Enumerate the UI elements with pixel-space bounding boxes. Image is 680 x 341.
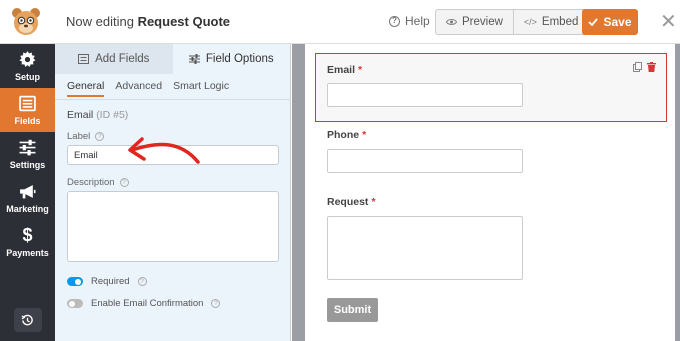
field-phone-label-text: Phone <box>327 129 360 141</box>
required-mark: * <box>371 196 376 208</box>
save-label: Save <box>603 15 632 29</box>
field-email-label-text: Email <box>327 64 356 76</box>
field-name: Email <box>67 109 94 121</box>
preview-button[interactable]: Preview <box>436 10 513 34</box>
nav-label-setup: Setup <box>14 71 40 82</box>
phone-input[interactable] <box>327 149 523 173</box>
preview-embed-group: Preview </> Embed <box>435 9 590 35</box>
eye-icon <box>446 19 457 25</box>
preview-label: Preview <box>462 16 503 28</box>
subtab-advanced[interactable]: Advanced <box>115 80 162 97</box>
nav-label-payments: Payments <box>6 247 49 258</box>
history-icon <box>13 308 42 332</box>
description-textarea[interactable] <box>67 191 279 262</box>
duplicate-icon[interactable] <box>633 62 642 72</box>
form-name: Request Quote <box>137 14 231 29</box>
label-caption-text: Label <box>67 131 91 142</box>
editing-prefix: Now editing <box>66 14 134 29</box>
field-options-panel: Add Fields Field Options General Advance… <box>55 44 291 341</box>
sliders-icon <box>19 139 36 155</box>
email-confirmation-toggle-row: Enable Email Confirmation ? <box>67 298 221 309</box>
form-preview: Email * Phone * Request * Submit <box>305 44 675 341</box>
top-bar: Now editing Request Quote ? Help Preview… <box>0 0 680 44</box>
panel-tabs: Add Fields Field Options <box>55 44 290 74</box>
question-circle-icon[interactable]: ? <box>119 178 129 187</box>
question-circle-icon[interactable]: ? <box>137 277 147 286</box>
close-icon[interactable]: ✕ <box>660 12 677 32</box>
subtabs: General Advanced Smart Logic <box>67 80 229 97</box>
help-button[interactable]: ? Help <box>389 14 430 28</box>
field-email-label: Email * <box>327 64 362 76</box>
subtab-smart-logic[interactable]: Smart Logic <box>173 80 229 97</box>
nav-item-settings[interactable]: Settings <box>0 132 55 176</box>
nav-item-fields[interactable]: Fields <box>0 88 55 132</box>
email-confirmation-toggle[interactable] <box>67 299 83 308</box>
submit-button[interactable]: Submit <box>327 298 378 322</box>
field-id: (ID #5) <box>96 109 129 121</box>
field-request-label: Request * <box>327 196 376 208</box>
annotation-arrow <box>128 137 200 164</box>
embed-button[interactable]: </> Embed <box>512 10 588 34</box>
description-caption: Description ? <box>67 177 129 188</box>
question-circle-icon[interactable]: ? <box>95 132 105 141</box>
nav-label-fields: Fields <box>14 115 41 126</box>
subtabs-divider <box>55 99 291 100</box>
list-icon <box>78 54 90 64</box>
field-actions <box>633 62 656 72</box>
email-confirmation-label: Enable Email Confirmation <box>91 298 204 309</box>
help-label: Help <box>405 14 430 28</box>
field-request-label-text: Request <box>327 196 369 208</box>
checkmark-icon <box>588 18 599 26</box>
description-caption-text: Description <box>67 177 115 188</box>
code-icon: </> <box>523 17 537 27</box>
nav-item-payments[interactable]: $ Payments <box>0 220 55 264</box>
builder-sidebar: Setup Fields Settings Marketing $ Paymen… <box>0 44 55 341</box>
sliders-icon <box>188 54 200 64</box>
save-button[interactable]: Save <box>582 9 638 35</box>
required-toggle[interactable] <box>67 277 83 286</box>
megaphone-icon <box>20 184 36 198</box>
required-toggle-row: Required ? <box>67 276 147 287</box>
fields-icon <box>19 95 36 111</box>
label-caption: Label ? <box>67 131 105 142</box>
field-title: Email (ID #5) <box>67 109 128 121</box>
revisions-button[interactable] <box>0 299 55 341</box>
nav-label-marketing: Marketing <box>6 203 49 214</box>
subtab-general[interactable]: General <box>67 80 105 97</box>
question-circle-icon[interactable]: ? <box>211 299 221 308</box>
trash-icon[interactable] <box>647 62 656 72</box>
nav-label-settings: Settings <box>9 159 46 170</box>
tab-field-options-label: Field Options <box>205 53 274 65</box>
question-circle-icon: ? <box>389 15 400 27</box>
submit-label: Submit <box>333 304 372 316</box>
field-phone-label: Phone * <box>327 129 366 141</box>
nav-item-setup[interactable]: Setup <box>0 44 55 88</box>
embed-label: Embed <box>541 16 579 28</box>
request-textarea[interactable] <box>327 216 523 280</box>
required-mark: * <box>362 129 367 141</box>
dollar-icon: $ <box>22 224 33 245</box>
tab-add-fields[interactable]: Add Fields <box>55 44 173 74</box>
email-input[interactable] <box>327 83 523 107</box>
page-title: Now editing Request Quote <box>66 14 230 29</box>
required-mark: * <box>358 64 363 76</box>
tab-add-fields-label: Add Fields <box>95 53 150 65</box>
wpforms-bear-logo <box>12 8 40 35</box>
nav-item-marketing[interactable]: Marketing <box>0 176 55 220</box>
label-input-value: Email <box>74 149 98 161</box>
tab-field-options[interactable]: Field Options <box>172 44 290 74</box>
gear-icon <box>19 50 36 67</box>
required-label: Required <box>91 276 130 287</box>
